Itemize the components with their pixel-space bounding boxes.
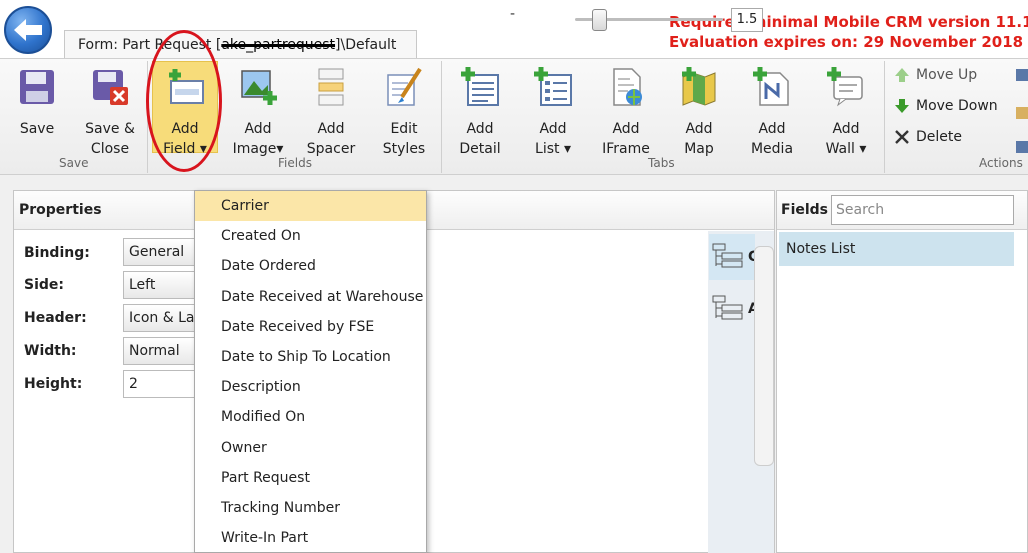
dropdown-item-part-request[interactable]: Part Request	[195, 463, 426, 493]
form-tab-redacted: ake_partrequest	[221, 37, 336, 53]
dropdown-item-created-on[interactable]: Created On	[195, 221, 426, 251]
add-map-button[interactable]: Add Map	[663, 67, 735, 159]
add-detail-button[interactable]: Add Detail	[444, 67, 516, 159]
add-wall-label-1: Add	[832, 121, 860, 137]
fields-search-input[interactable]	[831, 195, 1014, 225]
arrow-up-icon	[895, 68, 909, 82]
move-up-button[interactable]: Move Up	[894, 67, 977, 83]
fields-panel: Fields Notes List	[776, 190, 1028, 553]
group-label-fields: Fields	[278, 156, 312, 170]
group-label-save: Save	[59, 156, 89, 170]
delete-button[interactable]: Delete	[894, 129, 962, 145]
add-map-icon	[682, 67, 716, 106]
paintbrush-icon	[387, 67, 422, 106]
properties-title: Properties	[19, 202, 102, 218]
dropdown-item-owner[interactable]: Owner	[195, 433, 426, 463]
height-label: Height:	[24, 376, 83, 392]
side-label: Side:	[24, 277, 64, 293]
add-image-icon	[241, 70, 277, 105]
title-bar: - Form: Part Request [ake_partrequest]\D…	[0, 0, 1028, 58]
back-button[interactable]	[4, 6, 52, 54]
add-media-icon	[753, 67, 789, 106]
add-image-label-1: Add	[244, 121, 272, 137]
overflow-icons	[1016, 69, 1028, 153]
dropdown-item-date-to-ship[interactable]: Date to Ship To Location	[195, 342, 426, 372]
form-tab-suffix: ]\Default	[335, 37, 397, 53]
add-iframe-icon	[613, 68, 642, 106]
add-list-label-1: Add	[539, 121, 567, 137]
arrow-down-icon	[895, 99, 909, 113]
fields-list-item[interactable]: Notes List	[779, 232, 1014, 266]
add-list-icon	[534, 67, 572, 106]
add-detail-label-2: Detail	[459, 141, 501, 157]
edit-styles-label-1: Edit	[390, 121, 418, 137]
add-image-button[interactable]: Add Image▾	[222, 67, 294, 159]
save-button[interactable]: Save	[1, 67, 73, 139]
add-wall-icon	[827, 67, 863, 107]
group-label-actions: Actions	[979, 156, 1023, 170]
dropdown-item-tracking-number[interactable]: Tracking Number	[195, 493, 426, 523]
header-label: Header:	[24, 310, 87, 326]
annotation-circle	[146, 30, 222, 172]
fields-header: Fields	[777, 191, 1027, 230]
delete-x-icon	[895, 130, 909, 144]
dropdown-item-write-in-part[interactable]: Write-In Part	[195, 523, 426, 553]
zoom-slider-thumb[interactable]	[592, 9, 608, 31]
add-spacer-label-1: Add	[317, 121, 345, 137]
move-down-label: Move Down	[916, 98, 998, 114]
form-tab[interactable]: Form: Part Request [ake_partrequest]\Def…	[64, 30, 417, 58]
add-list-button[interactable]: Add List ▾	[517, 67, 589, 159]
move-up-label: Move Up	[916, 67, 978, 83]
edit-styles-button[interactable]: Edit Styles	[368, 67, 440, 159]
floppy-disk-icon	[20, 70, 54, 104]
add-iframe-label-1: Add	[612, 121, 640, 137]
add-wall-button[interactable]: Add Wall ▾	[810, 67, 882, 159]
save-close-button[interactable]: Save & Close	[74, 67, 146, 159]
dropdown-item-modified-on[interactable]: Modified On	[195, 402, 426, 432]
tab-tree-icon	[712, 243, 743, 268]
tab-tree-icon	[712, 295, 743, 320]
add-spacer-button[interactable]: Add Spacer	[295, 67, 367, 159]
window-dash: -	[510, 6, 516, 22]
add-detail-label-1: Add	[466, 121, 494, 137]
edit-styles-label-2: Styles	[382, 141, 426, 157]
add-list-label-2: List ▾	[535, 141, 571, 157]
zoom-value[interactable]: 1.5	[731, 8, 763, 32]
save-close-label-1: Save &	[85, 121, 135, 137]
add-media-label-1: Add	[758, 121, 786, 137]
add-map-label-1: Add	[685, 121, 713, 137]
dropdown-item-carrier[interactable]: Carrier	[195, 191, 426, 222]
add-spacer-icon	[318, 68, 344, 106]
add-field-dropdown: Carrier Created On Date Ordered Date Rec…	[194, 190, 427, 553]
group-label-tabs: Tabs	[648, 156, 675, 170]
warning-line-2: Evaluation expires on: 29 November 2018	[669, 33, 1024, 51]
save-label: Save	[19, 121, 55, 137]
add-media-button[interactable]: Add Media	[736, 67, 808, 159]
add-wall-label-2: Wall ▾	[825, 141, 867, 157]
move-down-button[interactable]: Move Down	[894, 98, 998, 114]
ribbon-separator	[441, 61, 442, 173]
fields-title: Fields	[781, 202, 829, 218]
add-iframe-button[interactable]: Add IFrame	[590, 67, 662, 159]
binding-label: Binding:	[24, 245, 90, 261]
delete-label: Delete	[916, 129, 962, 145]
add-detail-icon	[461, 67, 499, 106]
dropdown-item-date-ordered[interactable]: Date Ordered	[195, 251, 426, 281]
vertical-scrollbar[interactable]	[754, 246, 774, 466]
floppy-disk-close-icon	[93, 70, 128, 105]
ribbon-separator	[884, 61, 885, 173]
dropdown-item-date-received-fse[interactable]: Date Received by FSE	[195, 312, 426, 342]
add-media-label-2: Media	[750, 141, 794, 157]
tab-list-item-2[interactable]: A	[712, 295, 759, 323]
warning-line-1: Required minimal Mobile CRM version 11.1…	[669, 13, 1028, 31]
dropdown-item-description[interactable]: Description	[195, 372, 426, 402]
dropdown-item-date-received-warehouse[interactable]: Date Received at Warehouse	[195, 282, 426, 312]
tab-list-item-1[interactable]: C	[712, 243, 758, 271]
arrow-left-icon	[14, 19, 42, 41]
width-label: Width:	[24, 343, 77, 359]
